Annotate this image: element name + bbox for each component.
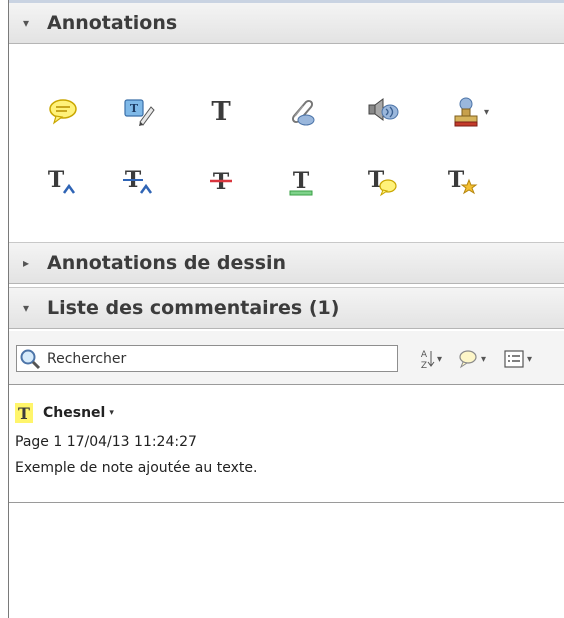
comment-author[interactable]: Chesnel — [43, 405, 105, 421]
chevron-down-icon: ▾ — [437, 353, 443, 365]
record-audio-icon — [368, 98, 399, 121]
comment-text: Exemple de note ajoutée au texte. — [15, 460, 258, 476]
add-note-to-text-button[interactable]: T — [365, 164, 401, 200]
svg-text:T: T — [448, 167, 465, 193]
strikethrough-icon: T — [210, 169, 232, 195]
comments-list-header[interactable]: ▾ Liste des commentaires (1) — [9, 287, 564, 329]
search-input[interactable] — [47, 350, 387, 367]
drawing-section-header[interactable]: ▸ Annotations de dessin — [9, 242, 564, 284]
svg-text:Z: Z — [421, 361, 427, 371]
expand-triangle-icon: ▾ — [23, 16, 30, 30]
svg-text:T: T — [48, 167, 65, 193]
filter-button[interactable]: ▾ — [457, 346, 486, 372]
comment-item[interactable]: T Chesnel ▾ Page 1 17/04/13 11:24:27 Exe… — [9, 386, 564, 503]
comment-meta: Page 1 17/04/13 11:24:27 — [15, 430, 564, 454]
options-button[interactable]: ▾ — [503, 346, 532, 372]
strikethrough-button[interactable]: T — [203, 164, 239, 200]
comments-list-title: Liste des commentaires (1) — [47, 297, 340, 319]
add-text-box-button[interactable]: T — [203, 94, 239, 130]
chevron-down-icon: ▾ — [481, 353, 487, 365]
sort-button[interactable]: A Z ▾ — [417, 346, 442, 372]
chevron-down-icon: ▾ — [483, 106, 490, 118]
svg-text:T: T — [130, 102, 139, 115]
attach-file-button[interactable] — [283, 94, 319, 130]
record-audio-button[interactable] — [365, 94, 401, 130]
insert-text-icon: T — [48, 167, 76, 194]
add-text-box-icon: T — [211, 97, 231, 127]
comment-panel: ▾ Annotations T T ▾ T T T T T ▸ Annotati… — [8, 0, 564, 618]
replace-text-icon: T — [123, 167, 153, 194]
drawing-title: Annotations de dessin — [47, 252, 287, 274]
attach-file-icon — [291, 99, 315, 126]
text-annotation-icon: T — [15, 403, 33, 423]
underline-icon: T — [289, 168, 313, 196]
underline-button[interactable]: T — [283, 164, 319, 200]
chevron-down-icon[interactable]: ▾ — [109, 408, 114, 418]
sticky-note-button[interactable] — [45, 94, 81, 130]
svg-text:A: A — [421, 350, 428, 360]
highlight-text-button[interactable]: T — [121, 94, 157, 130]
stamp-button[interactable]: ▾ — [445, 94, 495, 130]
svg-text:T: T — [293, 168, 310, 194]
filter-comments-icon — [459, 350, 477, 369]
search-icon[interactable] — [17, 346, 43, 372]
add-note-to-text-icon: T — [368, 167, 397, 197]
text-favorite-button[interactable]: T — [445, 164, 481, 200]
annotations-title: Annotations — [47, 12, 178, 34]
chevron-down-icon: ▾ — [527, 353, 533, 365]
stamp-icon — [454, 97, 478, 127]
sticky-note-icon — [49, 99, 77, 125]
replace-text-button[interactable]: T — [121, 164, 157, 200]
options-list-icon — [504, 350, 524, 368]
comments-toolbar: A Z ▾ ▾ ▾ — [9, 331, 564, 385]
comment-page: Page 1 — [15, 434, 63, 450]
annotations-section-header[interactable]: ▾ Annotations — [9, 0, 564, 44]
collapse-triangle-icon: ▸ — [23, 256, 30, 270]
text-favorite-icon: T — [448, 167, 478, 195]
annotation-tools: T T ▾ T T T T T — [9, 44, 564, 242]
search-box — [16, 345, 398, 372]
comment-header: T Chesnel ▾ — [15, 400, 564, 426]
comment-timestamp: 17/04/13 11:24:27 — [66, 434, 197, 450]
expand-triangle-icon: ▾ — [23, 301, 30, 315]
insert-text-button[interactable]: T — [45, 164, 81, 200]
highlight-text-icon: T — [124, 99, 155, 126]
sort-az-icon: A Z — [421, 350, 435, 371]
